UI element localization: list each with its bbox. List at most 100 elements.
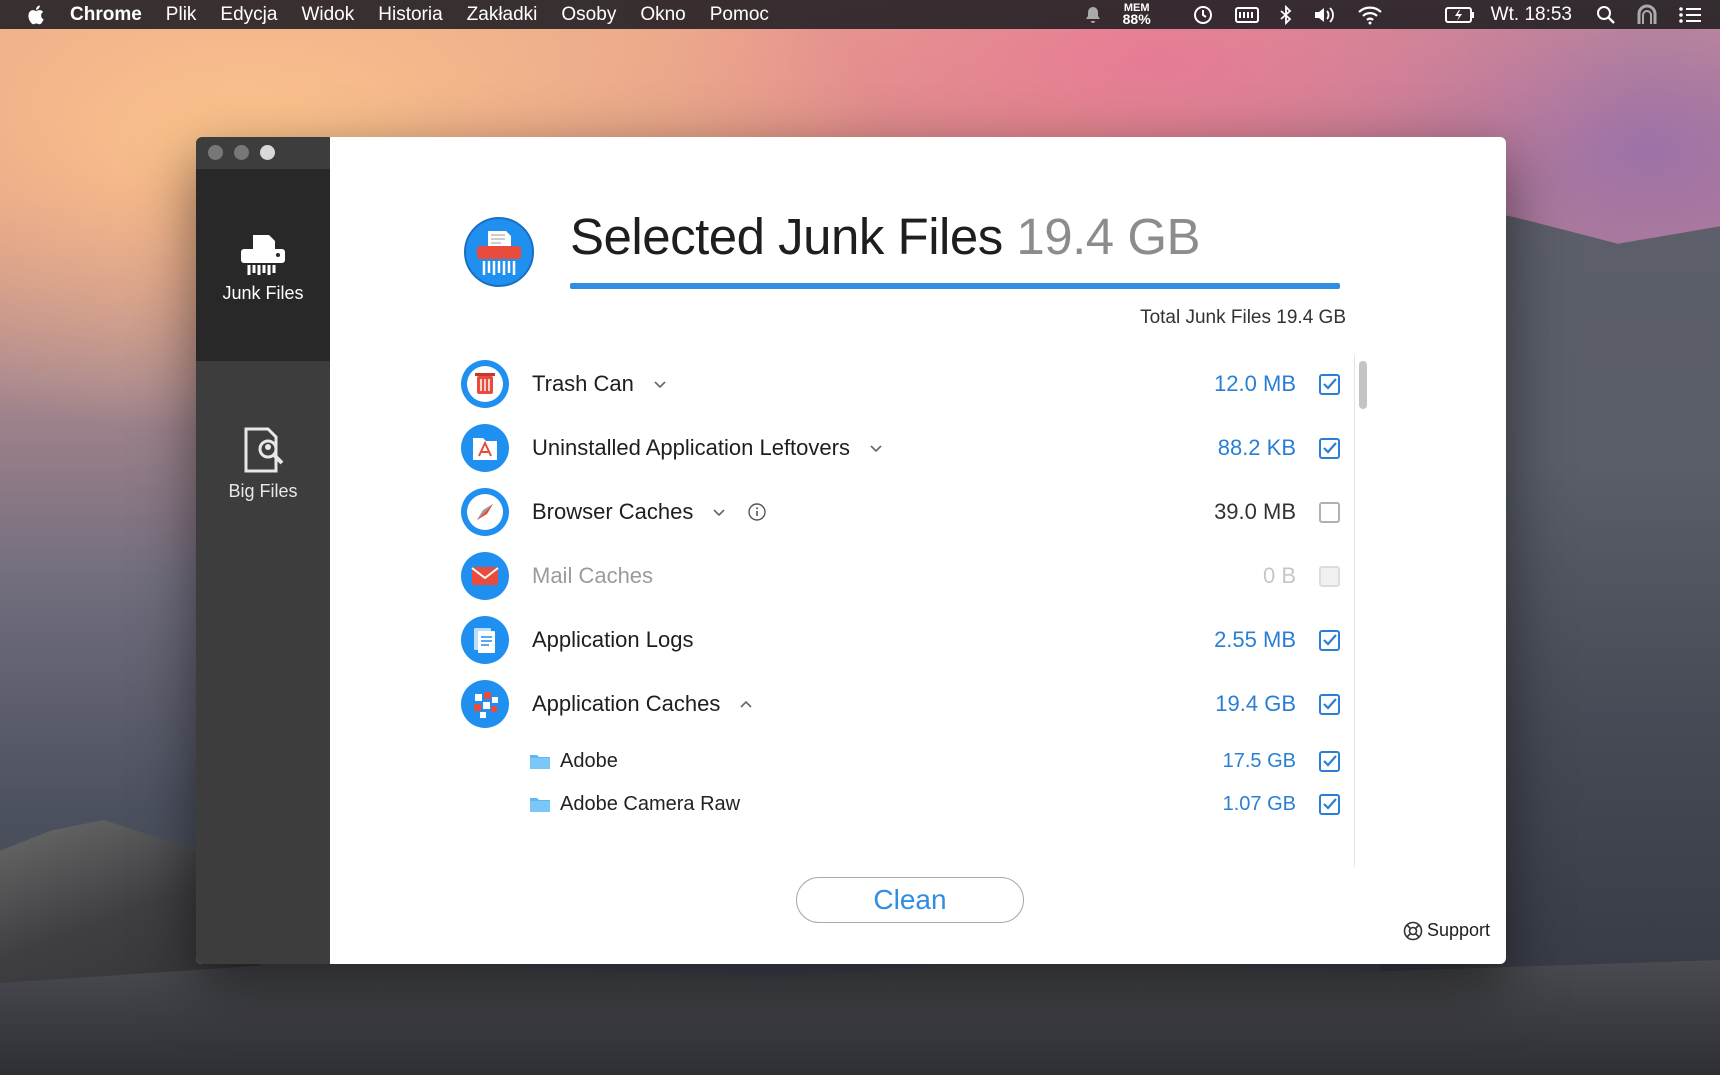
item-label: Application Logs: [532, 627, 694, 652]
clean-button[interactable]: Clean: [796, 877, 1024, 923]
sub-item-adobe-camera-raw[interactable]: Adobe Camera Raw 1.07 GB: [530, 784, 1340, 824]
list-item-mail-caches: Mail Caches 0 B: [460, 544, 1340, 608]
sub-item-label: Adobe Camera Raw: [560, 792, 741, 815]
wifi-icon[interactable]: [1357, 5, 1383, 25]
folder-icon: [530, 755, 550, 769]
checkmark-icon: [1322, 378, 1337, 390]
lifebuoy-icon: [1403, 921, 1423, 940]
checkmark-icon: [1322, 755, 1337, 767]
page-title: Selected Junk Files 19.4 GB: [570, 207, 1201, 266]
apple-icon[interactable]: [26, 4, 48, 26]
menu-okno[interactable]: Okno: [640, 4, 685, 26]
checkmark-icon: [1322, 634, 1337, 646]
menu-edycja[interactable]: Edycja: [220, 4, 277, 26]
item-label: Browser Caches: [532, 499, 694, 524]
app-leftovers-icon: [461, 424, 509, 472]
main-panel: Selected Junk Files 19.4 GB Total Junk F…: [330, 137, 1506, 964]
memory-status[interactable]: MEM 88%: [1122, 2, 1151, 27]
notification-bell-icon[interactable]: [1083, 5, 1103, 25]
sub-item-size: 17.5 GB: [1222, 749, 1296, 772]
menu-app-name[interactable]: Chrome: [70, 4, 142, 26]
checkmark-icon: [1322, 798, 1337, 810]
spotlight-search-icon[interactable]: [1596, 5, 1616, 25]
item-size: 88.2 KB: [1217, 435, 1296, 460]
shredder-icon: [241, 235, 285, 275]
sidebar-item-label: Big Files: [228, 481, 298, 501]
item-checkbox[interactable]: [1319, 437, 1340, 459]
menu-widok[interactable]: Widok: [301, 4, 354, 26]
selected-size: 19.4 GB: [1016, 208, 1201, 265]
menu-historia[interactable]: Historia: [378, 4, 442, 26]
item-checkbox[interactable]: [1319, 693, 1340, 715]
total-junk-label: Total Junk Files 19.4 GB: [1140, 307, 1346, 328]
item-label: Trash Can: [532, 371, 634, 396]
menu-bar: Chrome Plik Edycja Widok Historia Zakład…: [0, 0, 1720, 29]
item-size: 39.0 MB: [1214, 499, 1296, 524]
memory-value: 88%: [1122, 10, 1151, 27]
chevron-up-icon[interactable]: [738, 696, 754, 712]
page-title-text: Selected Junk Files: [570, 208, 1003, 265]
item-checkbox[interactable]: [1319, 373, 1340, 395]
menu-plik[interactable]: Plik: [166, 4, 197, 26]
info-icon[interactable]: [747, 502, 767, 522]
app-caches-icon: [461, 680, 509, 728]
junk-category-list: Trash Can 12.0 MB Uninstalled Applicatio…: [460, 352, 1340, 964]
menu-zakladki[interactable]: Zakładki: [467, 4, 538, 26]
menubar-clock[interactable]: Wt. 18:53: [1491, 4, 1572, 26]
close-window-button[interactable]: [208, 145, 223, 160]
compass-icon: [461, 488, 509, 536]
item-size: 2.55 MB: [1214, 627, 1296, 652]
chevron-down-icon[interactable]: [868, 440, 884, 456]
logs-icon: [461, 616, 509, 664]
list-item-application-caches[interactable]: Application Caches 19.4 GB: [460, 672, 1340, 736]
item-checkbox[interactable]: [1319, 629, 1340, 651]
chevron-down-icon[interactable]: [711, 504, 727, 520]
list-item-uninstalled-leftovers[interactable]: Uninstalled Application Leftovers 88.2 K…: [460, 416, 1340, 480]
item-checkbox: [1319, 565, 1340, 587]
sub-item-checkbox[interactable]: [1319, 750, 1340, 772]
sub-item-checkbox[interactable]: [1319, 793, 1340, 815]
checkmark-icon: [1322, 698, 1337, 710]
support-link[interactable]: Support: [1403, 920, 1490, 941]
keyboard-icon[interactable]: [1234, 6, 1259, 24]
item-size: 12.0 MB: [1214, 371, 1296, 396]
sidebar-item-big-files[interactable]: Big Files: [196, 427, 330, 537]
input-source-flag-icon[interactable]: [1403, 6, 1425, 24]
file-search-icon: [244, 427, 284, 473]
list-item-browser-caches[interactable]: Browser Caches 39.0 MB: [460, 480, 1340, 544]
item-checkbox[interactable]: [1319, 501, 1340, 523]
sidebar-item-junk-files[interactable]: Junk Files: [196, 169, 330, 361]
checkmark-icon: [1322, 442, 1337, 454]
sub-item-label: Adobe: [560, 749, 618, 772]
mail-icon: [461, 552, 509, 600]
scrollbar-thumb[interactable]: [1359, 361, 1367, 409]
selection-progress-bar: [570, 283, 1340, 289]
app-window: Junk Files Big Files Selected Junk Files…: [196, 137, 1506, 964]
item-label: Uninstalled Application Leftovers: [532, 435, 850, 460]
battery-icon[interactable]: [1444, 6, 1475, 24]
time-machine-icon[interactable]: [1191, 4, 1215, 26]
volume-icon[interactable]: [1313, 5, 1337, 25]
menu-pomoc[interactable]: Pomoc: [710, 4, 769, 26]
folder-icon: [530, 798, 550, 812]
trash-can-icon: [461, 360, 509, 408]
zoom-window-button[interactable]: [260, 145, 275, 160]
list-scrollbar[interactable]: [1354, 355, 1370, 867]
list-item-trash-can[interactable]: Trash Can 12.0 MB: [460, 352, 1340, 416]
item-size: 19.4 GB: [1215, 691, 1296, 716]
chevron-down-icon[interactable]: [652, 376, 668, 392]
bluetooth-icon[interactable]: [1279, 4, 1293, 25]
notification-center-icon[interactable]: [1678, 5, 1702, 25]
sidebar-item-label: Junk Files: [222, 283, 304, 303]
list-item-application-logs[interactable]: Application Logs 2.55 MB: [460, 608, 1340, 672]
profile-menu-icon[interactable]: [1636, 4, 1658, 26]
support-label: Support: [1426, 920, 1490, 940]
minimize-window-button[interactable]: [234, 145, 249, 160]
sub-item-adobe[interactable]: Adobe 17.5 GB: [530, 741, 1340, 781]
menu-osoby[interactable]: Osoby: [561, 4, 616, 26]
shredder-badge-icon: [464, 217, 534, 287]
item-size: 0 B: [1262, 563, 1296, 588]
window-controls: [208, 145, 275, 160]
item-label: Mail Caches: [532, 563, 654, 588]
sub-item-size: 1.07 GB: [1222, 792, 1296, 815]
